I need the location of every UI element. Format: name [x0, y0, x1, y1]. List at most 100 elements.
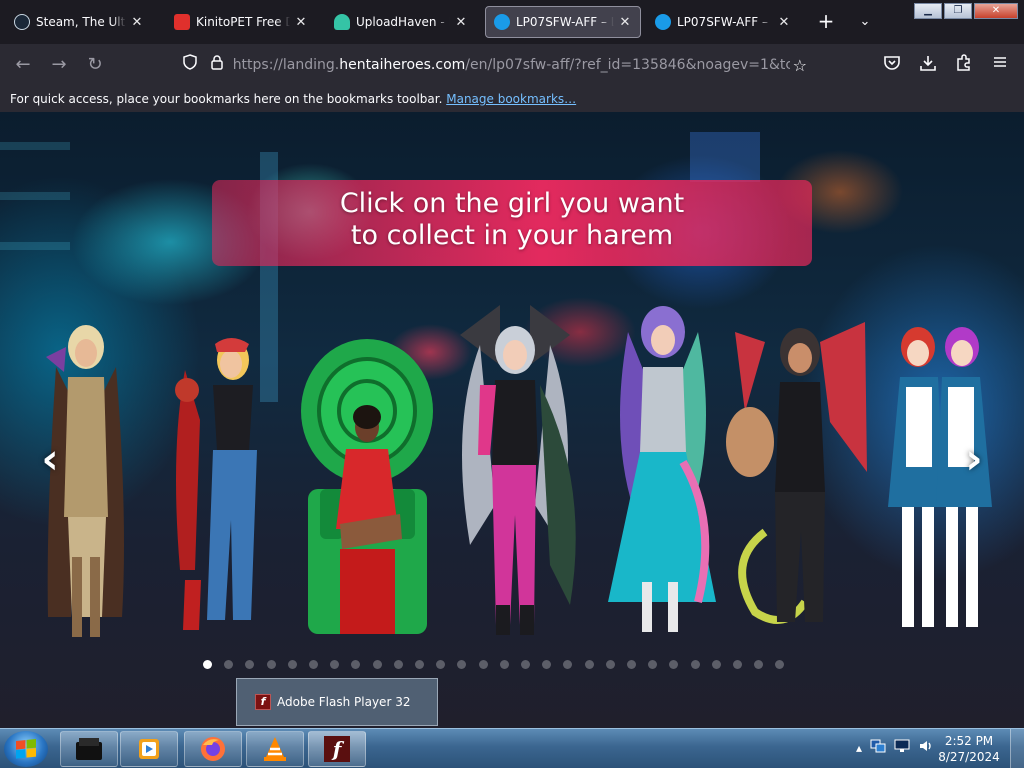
- show-desktop-button[interactable]: [1010, 729, 1024, 768]
- minimize-button[interactable]: ▁: [914, 3, 942, 19]
- next-slide-arrow[interactable]: ›: [954, 434, 994, 484]
- slide-dot[interactable]: [351, 660, 361, 669]
- slide-dot[interactable]: [478, 660, 488, 669]
- slide-dot[interactable]: [266, 660, 276, 669]
- clock-date: 8/27/2024: [938, 750, 1000, 764]
- url-prefix: https://landing.: [232, 57, 340, 73]
- hh-icon: [655, 14, 671, 30]
- show-hidden-icons-icon[interactable]: ▴: [856, 741, 862, 755]
- menu-icon[interactable]: [989, 54, 1011, 76]
- flash-player-icon: f: [255, 694, 271, 710]
- slide-dot[interactable]: [584, 660, 594, 669]
- screen: Steam, The Ultimate ✕ KinitoPET Free Dow…: [0, 0, 1024, 768]
- system-clock[interactable]: 2:52 PM 8/27/2024: [936, 733, 1002, 765]
- slide-dot[interactable]: [287, 660, 297, 669]
- slide-dot[interactable]: [733, 660, 742, 669]
- lock-icon[interactable]: [206, 54, 226, 76]
- window-controls: ▁ ❐ ✕: [912, 3, 1018, 19]
- bookmark-star-icon[interactable]: ☆: [790, 56, 810, 75]
- tab-title: KinitoPET Free Dow: [196, 15, 290, 29]
- slide-dot[interactable]: [203, 660, 212, 669]
- slide-dot[interactable]: [563, 660, 573, 669]
- downloads-icon[interactable]: [917, 54, 939, 76]
- girl-card-2[interactable]: [165, 330, 275, 640]
- slide-dot[interactable]: [690, 660, 700, 669]
- girl-card-4[interactable]: [440, 305, 590, 645]
- slide-dot[interactable]: [436, 660, 446, 669]
- taskbar-app-media-player[interactable]: [120, 731, 178, 767]
- monitor-icon[interactable]: [894, 739, 910, 756]
- slide-dot[interactable]: [521, 660, 530, 669]
- taskbar-app-flash-player[interactable]: f: [308, 731, 366, 767]
- tab-kinitopet[interactable]: KinitoPET Free Dow ✕: [166, 6, 316, 38]
- girl-card-3[interactable]: [300, 339, 435, 639]
- pocket-icon[interactable]: [881, 54, 903, 76]
- volume-icon[interactable]: [918, 739, 934, 756]
- slide-dot[interactable]: [648, 660, 658, 669]
- forward-button[interactable]: →: [46, 52, 72, 78]
- reload-button[interactable]: ↻: [82, 52, 108, 78]
- neon-sign: [690, 132, 760, 182]
- url-domain: hentaiheroes.com: [339, 57, 466, 73]
- slide-dot[interactable]: [775, 660, 785, 669]
- tab-title: Steam, The Ultimate: [36, 15, 126, 29]
- close-icon[interactable]: ✕: [777, 15, 791, 30]
- tracking-shield-icon[interactable]: [180, 54, 200, 76]
- slide-dot[interactable]: [711, 660, 721, 669]
- slide-dot[interactable]: [372, 660, 382, 669]
- cloud-icon: [334, 14, 350, 30]
- taskbar-app-vlc[interactable]: [246, 731, 304, 767]
- slide-dot[interactable]: [457, 660, 467, 669]
- slide-dot[interactable]: [627, 660, 636, 669]
- tab-list-button[interactable]: ⌄: [851, 8, 879, 36]
- media-player-icon: [139, 739, 159, 759]
- close-icon[interactable]: ✕: [130, 15, 144, 30]
- headline-line: Click on the girl you want: [339, 188, 685, 219]
- tooltip-label: Adobe Flash Player 32: [277, 695, 411, 709]
- network-share-icon[interactable]: [870, 739, 886, 756]
- close-icon[interactable]: ✕: [294, 15, 308, 30]
- taskbar-app-firefox[interactable]: [184, 731, 242, 767]
- prev-slide-arrow[interactable]: ‹: [30, 434, 70, 484]
- slide-dot[interactable]: [542, 660, 552, 669]
- slide-dot[interactable]: [224, 660, 234, 669]
- taskbar-thumbnail-tooltip[interactable]: f Adobe Flash Player 32: [236, 678, 438, 726]
- tab-uploadhaven[interactable]: UploadHaven - File ✕: [326, 6, 476, 38]
- extensions-icon[interactable]: [953, 54, 975, 76]
- taskbar-app-console[interactable]: [60, 731, 118, 767]
- tab-steam[interactable]: Steam, The Ultimate ✕: [6, 6, 152, 38]
- tab-title: LP07SFW-AFF – Lan: [677, 15, 773, 29]
- girl-card-5[interactable]: [598, 302, 728, 642]
- slide-dot[interactable]: [309, 660, 318, 669]
- slide-dot[interactable]: [330, 660, 340, 669]
- kinito-icon: [174, 14, 190, 30]
- manage-bookmarks-link[interactable]: Manage bookmarks…: [446, 92, 576, 106]
- girl-card-6[interactable]: [725, 312, 870, 642]
- tab-lp07sfw-active[interactable]: LP07SFW-AFF – Lan ✕: [485, 6, 641, 38]
- close-window-button[interactable]: ✕: [974, 3, 1018, 19]
- slide-dot[interactable]: [754, 660, 764, 669]
- slide-dot[interactable]: [245, 660, 255, 669]
- neon-sign: [0, 242, 70, 250]
- headline-banner: Click on the girl you want to collect in…: [212, 180, 812, 266]
- headline-line: to collect in your harem: [350, 220, 674, 251]
- firefox-icon: [201, 737, 225, 761]
- slide-dot[interactable]: [499, 660, 509, 669]
- start-button[interactable]: [4, 731, 48, 767]
- restore-button[interactable]: ❐: [944, 3, 972, 19]
- landing-page: Click on the girl you want to collect in…: [0, 112, 1024, 728]
- flash-player-icon: f: [324, 736, 350, 762]
- slide-pagination: [200, 660, 820, 670]
- slide-dot[interactable]: [415, 660, 424, 669]
- slide-dot[interactable]: [669, 660, 679, 669]
- slide-dot[interactable]: [605, 660, 615, 669]
- steam-icon: [14, 14, 30, 30]
- back-button[interactable]: ←: [10, 52, 36, 78]
- url-bar[interactable]: https://landing.hentaiheroes.com/en/lp07…: [180, 50, 810, 80]
- tab-lp07sfw[interactable]: LP07SFW-AFF – Lan ✕: [647, 6, 799, 38]
- close-icon[interactable]: ✕: [454, 15, 468, 30]
- url-text[interactable]: https://landing.hentaiheroes.com/en/lp07…: [233, 57, 790, 73]
- new-tab-button[interactable]: +: [812, 8, 840, 36]
- close-icon[interactable]: ✕: [618, 15, 632, 30]
- slide-dot[interactable]: [393, 660, 403, 669]
